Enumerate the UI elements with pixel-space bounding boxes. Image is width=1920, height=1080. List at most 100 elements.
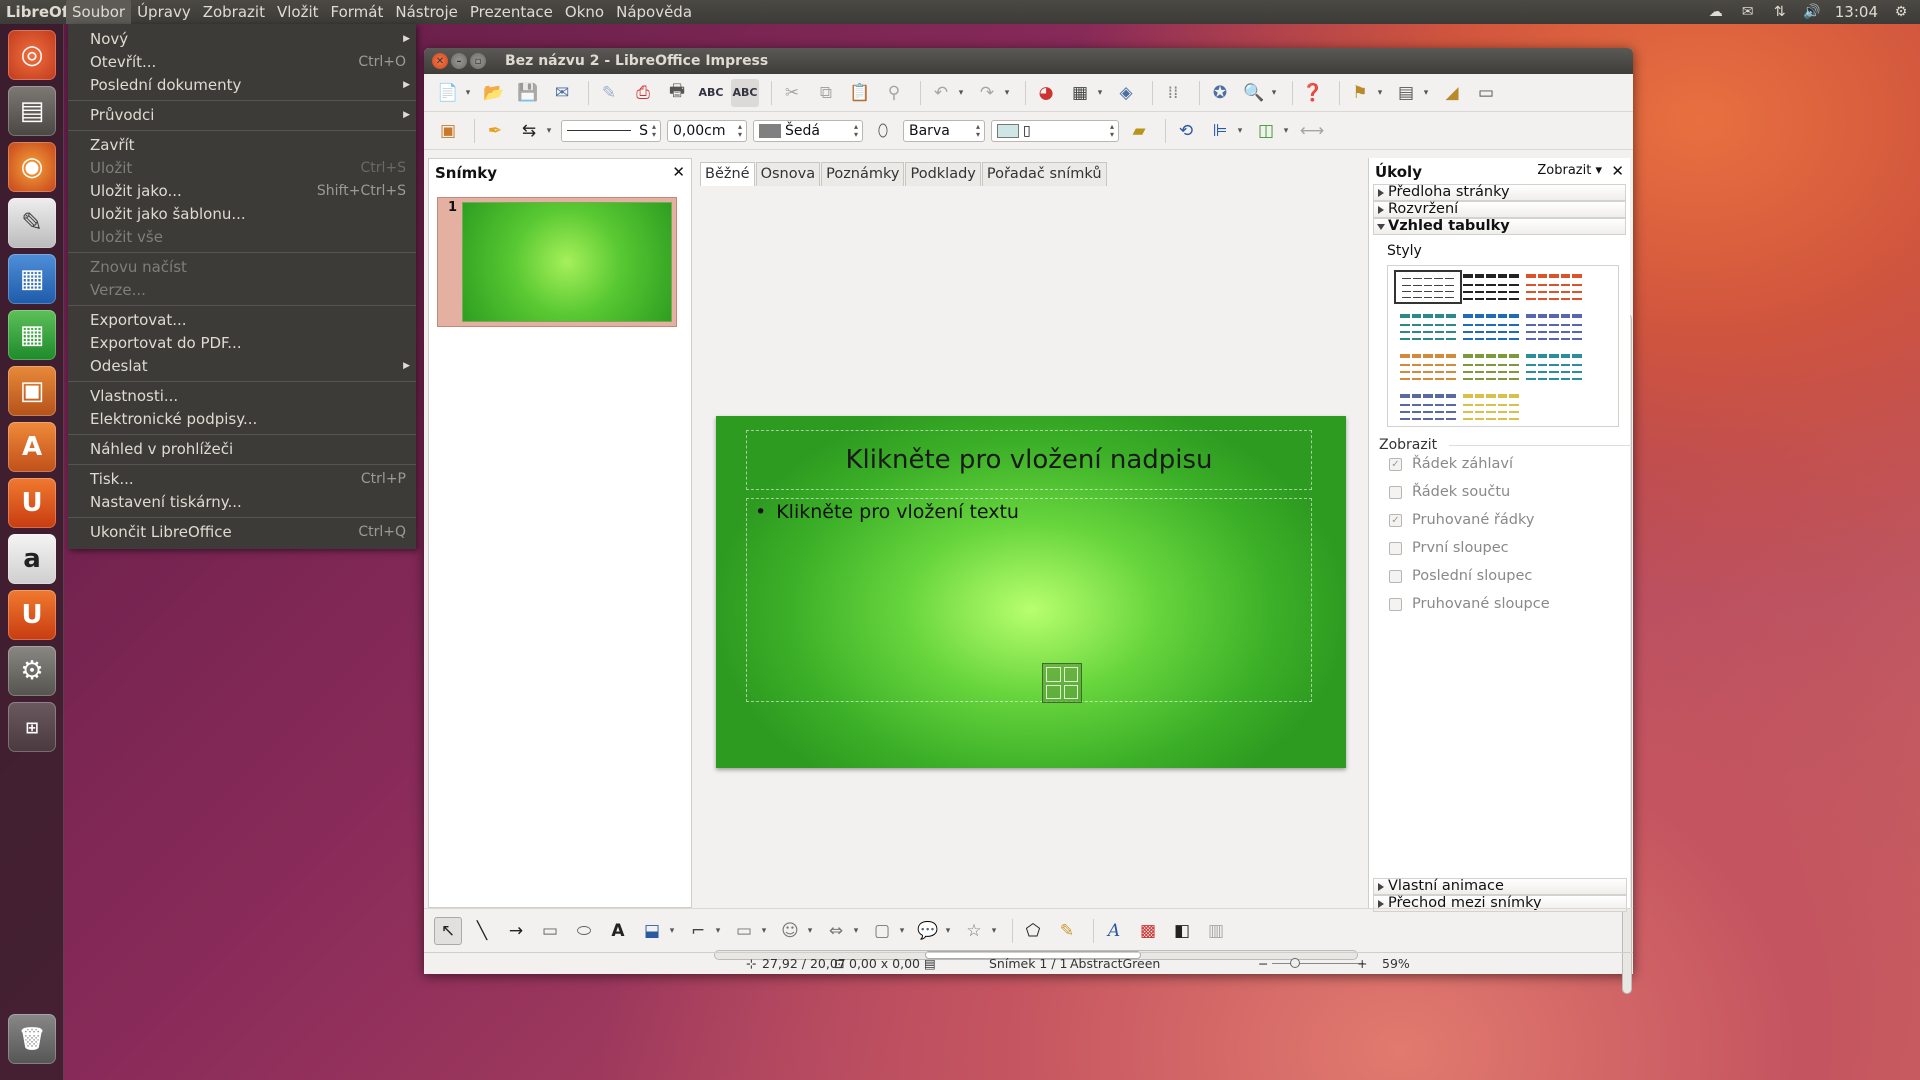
- zoom-in-icon[interactable]: +: [1357, 956, 1367, 971]
- stars-dropdown-icon[interactable]: ▾: [988, 917, 1000, 945]
- checkbox-icon[interactable]: [1389, 541, 1402, 555]
- new-document-icon[interactable]: 📄: [434, 79, 462, 107]
- zoom-slider-handle[interactable]: [1290, 958, 1300, 968]
- ubuntu-one-music-icon[interactable]: U: [8, 590, 56, 640]
- rotate-icon[interactable]: ⟲: [1172, 117, 1200, 145]
- navigator-icon[interactable]: ✪: [1206, 79, 1234, 107]
- ellipse-icon[interactable]: ⬭: [570, 917, 598, 945]
- software-center-icon[interactable]: A: [8, 422, 56, 472]
- connector-dropdown-icon[interactable]: ▾: [712, 917, 724, 945]
- align-icon[interactable]: ⊫: [1206, 117, 1234, 145]
- line-style-select[interactable]: S ▴ ▾: [561, 119, 661, 142]
- text-editor-icon[interactable]: ✎: [8, 198, 56, 248]
- slide-canvas[interactable]: Klikněte pro vložení nadpisu • Klikněte p…: [716, 416, 1346, 768]
- file-menu-item[interactable]: Vlastnosti...: [68, 385, 416, 408]
- help-icon[interactable]: ❓: [1299, 79, 1327, 107]
- menu-okno[interactable]: Okno: [559, 0, 610, 24]
- tab-handout[interactable]: Podklady: [905, 162, 981, 186]
- table-style-option[interactable]: [1394, 350, 1462, 384]
- file-menu-item[interactable]: Náhled v prohlížeči: [68, 438, 416, 461]
- text-icon[interactable]: A: [604, 917, 632, 945]
- align-dropdown-icon[interactable]: ▾: [1234, 117, 1246, 145]
- checkbox-icon[interactable]: [1389, 485, 1402, 499]
- cloud-icon[interactable]: ☁: [1707, 5, 1725, 19]
- maximize-icon[interactable]: ▫: [470, 53, 486, 69]
- styles-icon[interactable]: ▣: [434, 117, 462, 145]
- volume-icon[interactable]: 🔊: [1803, 5, 1821, 19]
- menu-zobrazit[interactable]: Zobrazit: [197, 0, 271, 24]
- table-style-option[interactable]: [1394, 310, 1462, 344]
- file-menu-item[interactable]: Průvodci ▶: [68, 104, 416, 127]
- tab-notes[interactable]: Poznámky: [821, 162, 905, 186]
- slide-design-icon[interactable]: ◢: [1438, 79, 1466, 107]
- menu-prezentace[interactable]: Prezentace: [464, 0, 559, 24]
- file-menu-item[interactable]: Ukončit LibreOffice Ctrl+Q: [68, 521, 416, 544]
- slide-thumbnail[interactable]: 1: [437, 197, 677, 327]
- workspaces-icon[interactable]: ⊞: [8, 702, 56, 752]
- table-option-checkbox[interactable]: ✓ Pruhované řádky: [1369, 506, 1630, 534]
- arrange-dropdown-icon[interactable]: ▾: [1280, 117, 1292, 145]
- save-icon[interactable]: 💾: [514, 79, 542, 107]
- insert-object-icon[interactable]: [1042, 663, 1082, 703]
- fit-text-icon[interactable]: ⬓: [638, 917, 666, 945]
- paste-icon[interactable]: 📋: [846, 79, 874, 107]
- open-icon[interactable]: 📂: [480, 79, 508, 107]
- section-layouts[interactable]: Rozvržení: [1373, 201, 1626, 218]
- select-icon[interactable]: ↖: [434, 916, 462, 945]
- spellcheck-icon[interactable]: ABC: [697, 79, 725, 107]
- start-slideshow-icon[interactable]: ▭: [1472, 79, 1500, 107]
- stars-icon[interactable]: ☆: [960, 917, 988, 945]
- impress-icon[interactable]: ▣: [8, 366, 56, 416]
- amazon-icon[interactable]: a: [8, 534, 56, 584]
- copy-icon[interactable]: ⧉: [812, 79, 840, 107]
- section-table-design[interactable]: Vzhled tabulky: [1373, 218, 1626, 235]
- edit-file-icon[interactable]: ✎: [595, 79, 623, 107]
- arrow-line-icon[interactable]: →: [502, 917, 530, 945]
- block-arrows-icon[interactable]: ⇔: [822, 917, 850, 945]
- calc-icon[interactable]: ▦: [8, 310, 56, 360]
- file-menu-item[interactable]: Poslední dokumenty ▶: [68, 74, 416, 97]
- file-menu-item[interactable]: Uložit jako šablonu...: [68, 203, 416, 226]
- file-menu-item[interactable]: Odeslat ▶: [68, 355, 416, 378]
- fill-type-select[interactable]: Barva ▴ ▾: [903, 119, 985, 142]
- network-icon[interactable]: ⇅: [1771, 5, 1789, 19]
- slide-icon[interactable]: ⚑: [1346, 79, 1374, 107]
- email-icon[interactable]: ✉: [548, 79, 576, 107]
- close-icon[interactable]: ✕: [432, 53, 448, 69]
- table-option-checkbox[interactable]: Pruhované sloupce: [1369, 590, 1630, 618]
- rectangle-icon[interactable]: ▭: [536, 917, 564, 945]
- undo-icon[interactable]: ↶: [927, 79, 955, 107]
- master-page-name[interactable]: AbstractGreen: [1070, 956, 1160, 971]
- section-custom-animation[interactable]: Vlastní animace: [1373, 878, 1627, 895]
- basic-shapes-dropdown-icon[interactable]: ▾: [758, 917, 770, 945]
- show-draw-functions-icon[interactable]: ◈: [1112, 79, 1140, 107]
- menu-napoveda[interactable]: Nápověda: [610, 0, 698, 24]
- arrow-dropdown-icon[interactable]: ▾: [543, 117, 555, 145]
- table-style-option[interactable]: [1520, 350, 1588, 384]
- table-style-option[interactable]: [1457, 270, 1525, 304]
- table-style-option[interactable]: [1520, 270, 1588, 304]
- shadow-icon[interactable]: ▰: [1125, 117, 1153, 145]
- file-menu-item[interactable]: Nastavení tiskárny...: [68, 491, 416, 514]
- chart-icon[interactable]: ◕: [1032, 79, 1060, 107]
- grid-icon[interactable]: ⁞⁞: [1159, 79, 1187, 107]
- redo-dropdown-icon[interactable]: ▾: [1001, 79, 1013, 107]
- flowchart-dropdown-icon[interactable]: ▾: [896, 917, 908, 945]
- clock[interactable]: 13:04: [1835, 3, 1878, 21]
- fill-color-select[interactable]: ▯ ▴ ▾: [991, 119, 1119, 142]
- table-option-checkbox[interactable]: První sloupec: [1369, 534, 1630, 562]
- line-width-field[interactable]: 0,00cm ▴ ▾: [667, 119, 747, 142]
- table-option-checkbox[interactable]: Poslední sloupec: [1369, 562, 1630, 590]
- zoom-out-icon[interactable]: −: [1258, 956, 1268, 971]
- menu-soubor[interactable]: Soubor: [66, 0, 132, 24]
- arrange-icon[interactable]: ◫: [1252, 117, 1280, 145]
- layout-dropdown-icon[interactable]: ▾: [1420, 79, 1432, 107]
- ubuntu-home-icon[interactable]: ◎: [8, 30, 56, 80]
- connector-icon[interactable]: ⌐: [684, 917, 712, 945]
- export-pdf-icon[interactable]: ⎙: [629, 79, 657, 107]
- mail-icon[interactable]: ✉: [1739, 5, 1757, 19]
- print-icon[interactable]: 🖶: [663, 79, 691, 107]
- trash-icon[interactable]: 🗑: [8, 1014, 56, 1064]
- table-style-option[interactable]: [1457, 310, 1525, 344]
- toggle-extrusion-draw-icon[interactable]: ▥: [1202, 917, 1230, 945]
